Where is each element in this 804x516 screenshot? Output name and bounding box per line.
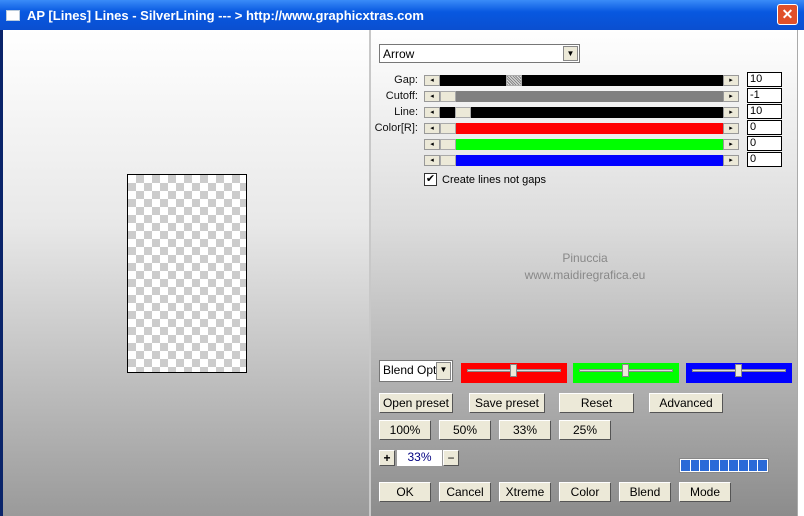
slider-thumb[interactable] [622,364,629,377]
chevron-down-icon[interactable]: ▼ [436,362,451,380]
slider-1[interactable]: ◂ ▸ [424,91,739,102]
green-blend-slider[interactable] [573,363,679,383]
scroll-left-icon[interactable]: ◂ [424,75,440,86]
slider-thumb[interactable] [440,91,456,102]
xtreme-button[interactable]: Xtreme [499,482,551,502]
progress-segment [748,460,758,471]
progress-segment [729,460,739,471]
slider-value-field[interactable]: 0 [747,136,782,151]
blue-blend-slider[interactable] [686,363,792,383]
color-button[interactable]: Color [559,482,611,502]
progress-segment [739,460,748,471]
checkbox-label: Create lines not gaps [442,173,546,186]
slider-label: Line: [394,106,418,118]
preset-value: Arrow [383,47,415,61]
slider-thumb[interactable] [510,364,517,377]
zoom-field[interactable]: 33% [397,450,442,466]
watermark: Pinuccia www.maidiregrafica.eu [500,250,670,284]
slider-5[interactable]: ◂ ▸ [424,155,739,166]
preview-image [127,174,247,373]
slider-thumb[interactable] [440,123,456,134]
progress-bar [679,458,769,473]
slider-track[interactable] [440,75,723,86]
zoom-50-button[interactable]: 50% [439,420,491,440]
slider-value-field[interactable]: 10 [747,72,782,87]
progress-segment [719,460,729,471]
create-lines-checkbox[interactable]: ✔ Create lines not gaps [424,173,546,186]
progress-segment [690,460,700,471]
zoom-100-button[interactable]: 100% [379,420,431,440]
slider-0[interactable]: ◂ ▸ [424,75,739,86]
slider-thumb[interactable] [440,155,456,166]
slider-label: Cutoff: [385,90,418,102]
slider-thumb[interactable] [440,139,456,150]
mode-button[interactable]: Mode [679,482,731,502]
scroll-left-icon[interactable]: ◂ [424,155,440,166]
zoom-25-button[interactable]: 25% [559,420,611,440]
scroll-right-icon[interactable]: ▸ [723,91,739,102]
slider-value-field[interactable]: 10 [747,104,782,119]
slider-track[interactable] [440,155,723,166]
scroll-right-icon[interactable]: ▸ [723,107,739,118]
slider-label: Color[R]: [374,122,418,134]
checkbox-icon[interactable]: ✔ [424,173,437,186]
progress-segment [681,460,690,471]
scroll-right-icon[interactable]: ▸ [723,75,739,86]
slider-thumb[interactable] [506,75,523,86]
scroll-left-icon[interactable]: ◂ [424,91,440,102]
slider-thumb[interactable] [735,364,742,377]
watermark-line1: Pinuccia [562,251,608,265]
window-title: AP [Lines] Lines - SilverLining --- > ht… [27,7,424,23]
advanced-button[interactable]: Advanced [649,393,723,413]
save-preset-button[interactable]: Save preset [469,393,545,413]
open-preset-button[interactable]: Open preset [379,393,453,413]
cancel-button[interactable]: Cancel [439,482,491,502]
slider-value-field[interactable]: 0 [747,120,782,135]
slider-track[interactable] [440,91,723,102]
window-border [797,30,804,516]
watermark-line2: www.maidiregrafica.eu [524,268,646,282]
progress-segment [700,460,710,471]
app-icon [6,9,20,21]
zoom-in-button[interactable]: + [379,450,395,466]
chevron-down-icon[interactable]: ▼ [563,46,578,61]
slider-thumb[interactable] [455,107,472,118]
slider-value-field[interactable]: -1 [747,88,782,103]
scroll-right-icon[interactable]: ▸ [723,123,739,134]
scroll-left-icon[interactable]: ◂ [424,139,440,150]
slider-2[interactable]: ◂ ▸ [424,107,739,118]
scroll-left-icon[interactable]: ◂ [424,123,440,134]
ok-button[interactable]: OK [379,482,431,502]
slider-label: Gap: [394,74,418,86]
close-button[interactable]: ✕ [777,4,798,25]
zoom-out-button[interactable]: − [443,450,459,466]
scroll-left-icon[interactable]: ◂ [424,107,440,118]
slider-track[interactable] [440,139,723,150]
slider-4[interactable]: ◂ ▸ [424,139,739,150]
scroll-right-icon[interactable]: ▸ [723,139,739,150]
title-bar: AP [Lines] Lines - SilverLining --- > ht… [0,0,804,30]
preset-dropdown[interactable]: Arrow ▼ [379,44,580,63]
zoom-33-button[interactable]: 33% [499,420,551,440]
red-blend-slider[interactable] [461,363,567,383]
blend-options-dropdown[interactable]: Blend Optio ▼ [379,360,453,382]
scroll-right-icon[interactable]: ▸ [723,155,739,166]
progress-segment [710,460,719,471]
slider-track[interactable] [440,107,723,118]
reset-button[interactable]: Reset [559,393,634,413]
progress-segment [758,460,768,471]
slider-value-field[interactable]: 0 [747,152,782,167]
slider-track[interactable] [440,123,723,134]
blend-button[interactable]: Blend [619,482,671,502]
slider-3[interactable]: ◂ ▸ [424,123,739,134]
